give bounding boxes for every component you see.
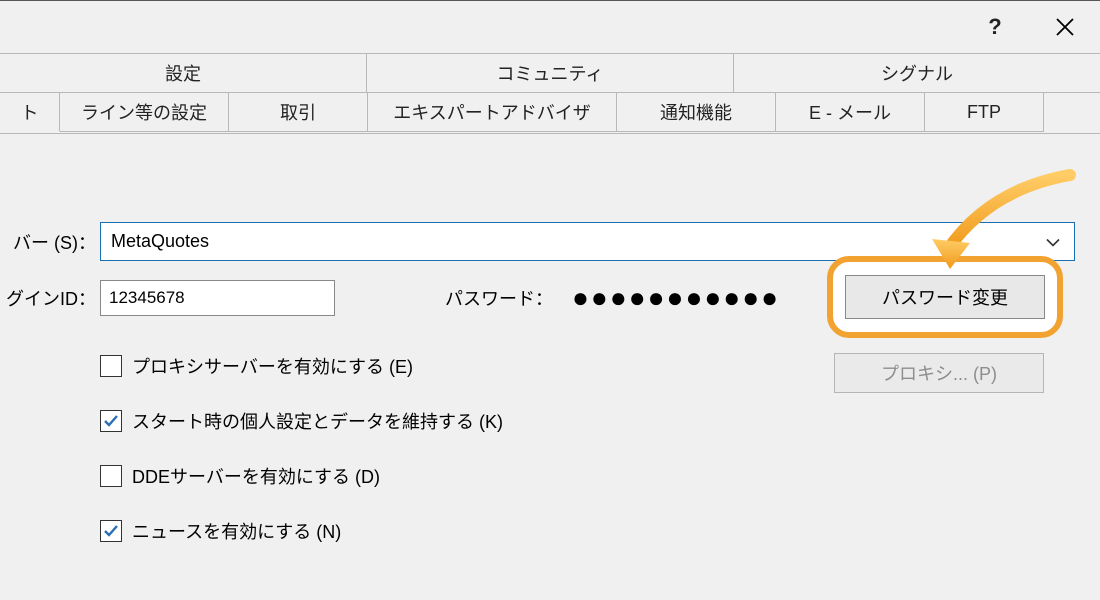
checkbox-row-news: ニュースを有効にする (N) — [100, 518, 341, 544]
checkbox-enable-dde-label: DDEサーバーを有効にする (D) — [132, 463, 380, 489]
titlebar: ? — [0, 1, 1100, 53]
password-field[interactable]: ●●●●●●●●●●● — [572, 280, 827, 316]
checkbox-keep-settings[interactable] — [100, 410, 122, 432]
tab-trade[interactable]: 取引 — [228, 93, 368, 132]
checkbox-keep-settings-label: スタート時の個人設定とデータを維持する (K) — [132, 408, 503, 434]
tab-panel: バー (S)： MetaQuotes グインID： 12345678 パスワード… — [0, 133, 1100, 600]
checkbox-enable-proxy[interactable] — [100, 355, 122, 377]
check-icon — [103, 523, 119, 539]
change-password-highlight: パスワード変更 — [827, 256, 1063, 338]
tab-settings[interactable]: 設定 — [0, 53, 367, 92]
tabstrip: 設定 コミュニティ シグナル ト ライン等の設定 取引 エキスパートアドバイザ … — [0, 53, 1100, 133]
change-password-button[interactable]: パスワード変更 — [845, 275, 1045, 319]
options-dialog: ? 設定 コミュニティ シグナル ト ライン等の設定 取引 エキスパートアドバイ… — [0, 0, 1100, 600]
tabrow-lower: ト ライン等の設定 取引 エキスパートアドバイザ 通知機能 E - メール FT… — [0, 93, 1100, 132]
tab-community[interactable]: コミュニティ — [366, 53, 734, 92]
checkbox-row-dde: DDEサーバーを有効にする (D) — [100, 463, 380, 489]
tab-email[interactable]: E - メール — [775, 93, 925, 132]
password-label: パスワード： — [445, 285, 553, 311]
checkbox-enable-proxy-label: プロキシサーバーを有効にする (E) — [132, 353, 413, 379]
tab-expert-advisor[interactable]: エキスパートアドバイザ — [367, 93, 617, 132]
close-button[interactable] — [1030, 1, 1100, 53]
proxy-button: プロキシ... (P) — [834, 353, 1044, 393]
password-mask: ●●●●●●●●●●● — [572, 282, 780, 314]
checkbox-enable-news-label: ニュースを有効にする (N) — [132, 518, 341, 544]
tab-notifications[interactable]: 通知機能 — [616, 93, 776, 132]
server-label: バー (S)： — [0, 229, 96, 255]
checkbox-enable-news[interactable] — [100, 520, 122, 542]
tab-ftp[interactable]: FTP — [924, 93, 1044, 132]
check-icon — [103, 413, 119, 429]
login-id-value: 12345678 — [109, 288, 185, 308]
login-id-label: グインID： — [0, 285, 96, 311]
tab-line-settings[interactable]: ライン等の設定 — [59, 93, 229, 132]
tabrow-upper: 設定 コミュニティ シグナル — [0, 53, 1100, 93]
chevron-down-icon — [1046, 231, 1060, 252]
close-icon — [1055, 17, 1075, 37]
help-button[interactable]: ? — [960, 1, 1030, 53]
tab-chart-partial[interactable]: ト — [0, 93, 60, 132]
checkbox-enable-dde[interactable] — [100, 465, 122, 487]
server-select-value: MetaQuotes — [111, 231, 209, 252]
tab-signals[interactable]: シグナル — [733, 53, 1100, 92]
checkbox-row-proxy: プロキシサーバーを有効にする (E) — [100, 353, 413, 379]
checkbox-row-keep-settings: スタート時の個人設定とデータを維持する (K) — [100, 408, 503, 434]
login-id-field[interactable]: 12345678 — [100, 280, 335, 316]
